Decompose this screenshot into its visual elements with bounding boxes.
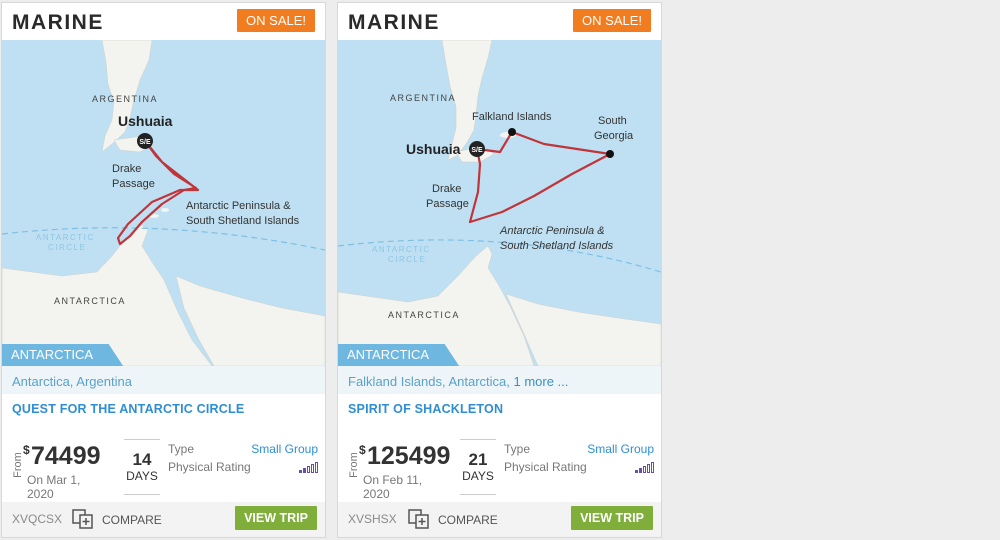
falklands-label: Falkland Islands [472, 111, 552, 123]
currency-symbol: $ [23, 443, 30, 457]
route-map[interactable]: S/E ARGENTINA Ushuaia Drake Passage Anta… [2, 40, 325, 366]
brand-label: MARINE [348, 11, 440, 34]
trip-title-link[interactable]: SPIRIT OF SHACKLETON [348, 402, 503, 416]
card-header: MARINE ON SALE! [338, 3, 661, 40]
circle-label-line2: CIRCLE [48, 243, 86, 252]
days-label: DAYS [462, 469, 494, 483]
continent-label: ANTARCTICA [54, 296, 126, 306]
price: 125499 [367, 442, 451, 470]
type-value-link[interactable]: Small Group [587, 442, 654, 456]
days-label: DAYS [126, 469, 158, 483]
passage-label-line1: Drake [112, 163, 141, 175]
compare-icon[interactable] [408, 509, 430, 529]
passage-label-line1: Drake [432, 183, 461, 195]
rating-label: Physical Rating [504, 460, 587, 474]
south-georgia-label-line1: South [598, 115, 627, 127]
circle-label-line1: ANTARCTIC [36, 233, 95, 242]
compare-icon[interactable] [72, 509, 94, 529]
locations: Antarctica, Argentina [2, 366, 325, 394]
duration-block: 14 DAYS [124, 439, 160, 495]
route-map[interactable]: S/E ARGENTINA Ushuaia Falkland Islands S… [338, 40, 661, 366]
days-count: 21 [468, 450, 488, 469]
card-footer: XVQCSX COMPARE VIEW TRIP [2, 502, 325, 537]
physical-rating-icon[interactable] [299, 461, 318, 473]
type-label: Type [168, 442, 195, 456]
price: 74499 [31, 442, 101, 470]
view-trip-button[interactable]: VIEW TRIP [235, 506, 317, 530]
departure-date: On Feb 11, 2020 [363, 473, 423, 501]
destination-label-line1: Antarctic Peninsula & [499, 225, 605, 237]
locations-more-link[interactable]: 1 more ... [513, 374, 568, 389]
physical-rating-icon[interactable] [635, 461, 654, 473]
destination-label-line2: South Shetland Islands [186, 215, 300, 227]
type-value-link[interactable]: Small Group [251, 442, 318, 456]
trip-title-link[interactable]: QUEST FOR THE ANTARCTIC CIRCLE [12, 402, 244, 416]
passage-label-line2: Passage [426, 198, 469, 210]
country-label: ARGENTINA [92, 94, 158, 104]
trip-meta: Type Small Group Physical Rating [504, 442, 654, 478]
continent-label: ANTARCTICA [388, 310, 460, 320]
compare-label[interactable]: COMPARE [438, 513, 498, 527]
sale-badge: ON SALE! [573, 9, 651, 32]
country-label: ARGENTINA [390, 93, 456, 103]
port-marker: S/E [471, 147, 483, 154]
duration-block: 21 DAYS [460, 439, 496, 495]
brand-label: MARINE [12, 11, 104, 34]
card-header: MARINE ON SALE! [2, 3, 325, 40]
trip-card[interactable]: MARINE ON SALE! S/E ARGENTINA Ushuaia Dr… [1, 2, 326, 538]
region-tab[interactable]: ANTARCTICA [2, 344, 124, 366]
passage-label-line2: Passage [112, 178, 155, 190]
destination-label-line2: South Shetland Islands [500, 240, 614, 252]
south-georgia-label-line2: Georgia [594, 130, 634, 142]
trip-code: XVSHSX [348, 512, 397, 526]
type-label: Type [504, 442, 531, 456]
currency-symbol: $ [359, 443, 366, 457]
trip-code: XVQCSX [12, 512, 63, 526]
days-count: 14 [132, 450, 152, 469]
destination-label-line1: Antarctic Peninsula & [186, 200, 291, 212]
port-label: Ushuaia [406, 141, 461, 157]
locations-list: Antarctica, Argentina [12, 374, 132, 389]
view-trip-button[interactable]: VIEW TRIP [571, 506, 653, 530]
rating-label: Physical Rating [168, 460, 251, 474]
circle-label-line1: ANTARCTIC [372, 245, 431, 254]
price-block: From $ 74499 On Mar 1, 2020 [7, 439, 117, 501]
card-footer: XVSHSX COMPARE VIEW TRIP [338, 502, 661, 537]
departure-date: On Mar 1, 2020 [27, 473, 81, 501]
compare-label[interactable]: COMPARE [102, 513, 162, 527]
region-tab[interactable]: ANTARCTICA [338, 344, 460, 366]
trip-card[interactable]: MARINE ON SALE! S/E ARGENTINA Ushuaia Fa… [337, 2, 662, 538]
locations: Falkland Islands, Antarctica, 1 more ... [338, 366, 661, 394]
circle-label-line2: CIRCLE [388, 255, 426, 264]
port-label: Ushuaia [118, 113, 173, 129]
trip-meta: Type Small Group Physical Rating [168, 442, 318, 478]
port-marker: S/E [139, 139, 151, 146]
locations-list: Falkland Islands, Antarctica, [348, 374, 514, 389]
sale-badge: ON SALE! [237, 9, 315, 32]
price-block: From $ 125499 On Feb 11, 2020 [343, 439, 453, 501]
